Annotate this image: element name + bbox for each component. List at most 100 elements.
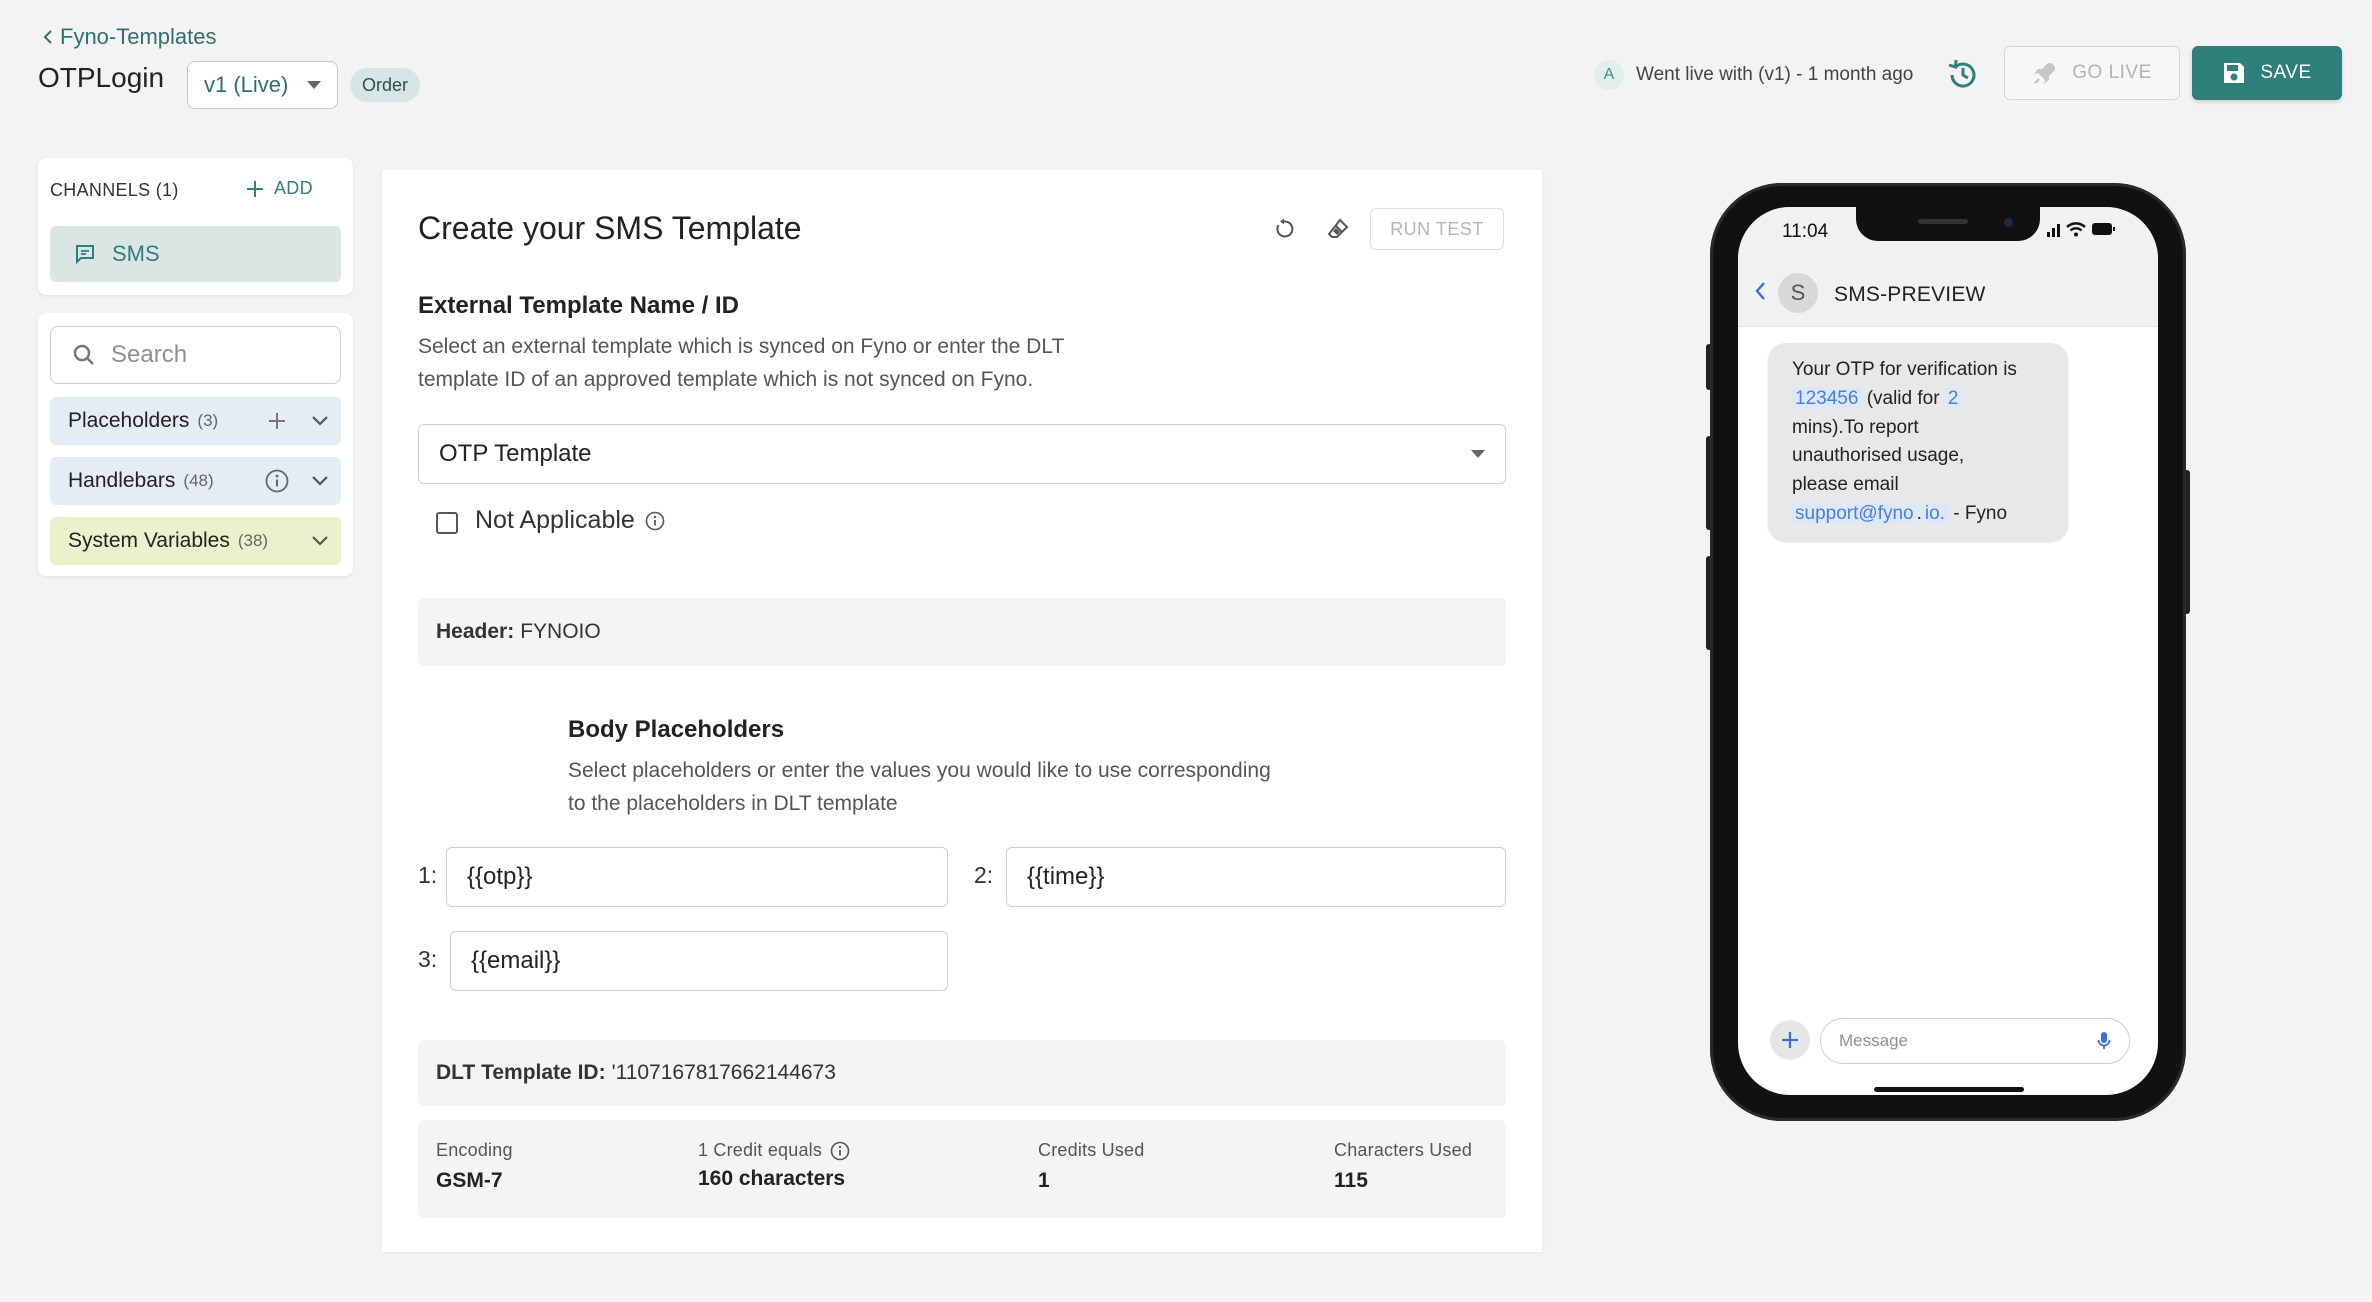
channels-card: CHANNELS (1) ADD SMS xyxy=(38,158,353,295)
body-placeholders-title: Body Placeholders xyxy=(568,716,785,743)
dlt-template-id: DLT Template ID: '1107167817662144673 xyxy=(418,1040,1506,1106)
save-label: SAVE xyxy=(2260,62,2312,83)
rocket-icon xyxy=(2034,63,2056,84)
plus-icon[interactable] xyxy=(267,411,287,431)
message-bubble: Your OTP for verification is 123456 (val… xyxy=(1768,343,2068,541)
search-input[interactable]: Search xyxy=(50,326,341,384)
placeholder-input-1[interactable]: {{otp}} xyxy=(446,847,948,907)
external-template-value: OTP Template xyxy=(439,440,592,467)
message-text: (valid for xyxy=(1866,387,1940,409)
external-template-title: External Template Name / ID xyxy=(418,292,739,319)
placeholder-input-2[interactable]: {{time}} xyxy=(1006,847,1506,907)
group-placeholders[interactable]: Placeholders (3) xyxy=(50,397,341,445)
sender-avatar: S xyxy=(1778,273,1818,313)
description-line: Select placeholders or enter the values … xyxy=(568,759,1271,782)
info-icon[interactable] xyxy=(265,469,289,493)
template-editor-panel: Create your SMS Template RUN TEST Extern… xyxy=(382,170,1542,1252)
signal-icon xyxy=(2047,224,2060,237)
not-applicable-label: Not Applicable xyxy=(475,506,635,534)
placeholder-number: 2: xyxy=(974,862,994,888)
message-input[interactable]: Message xyxy=(1820,1018,2130,1064)
chevron-left-icon xyxy=(43,30,52,44)
stat-label: Credits Used xyxy=(1038,1140,1145,1160)
stat-value: 115 xyxy=(1334,1169,1368,1192)
description-line: Select an external template which is syn… xyxy=(418,335,1065,358)
chevron-down-icon[interactable] xyxy=(311,475,329,487)
stat-encoding: Encoding GSM-7 xyxy=(436,1140,513,1193)
back-link-label: Fyno-Templates xyxy=(60,24,217,49)
chevron-down-icon[interactable] xyxy=(311,535,329,547)
status-time: 11:04 xyxy=(1782,221,1829,242)
microphone-icon[interactable] xyxy=(2097,1031,2111,1051)
category-badge: Order xyxy=(350,68,421,102)
channel-label: SMS xyxy=(112,241,160,266)
phone-notch xyxy=(1856,207,2040,241)
otp-placeholder: 123456 xyxy=(1792,387,1862,409)
home-indicator xyxy=(1874,1087,2024,1092)
header-info: Header: FYNOIO xyxy=(418,598,1506,666)
stat-value: GSM-7 xyxy=(436,1169,503,1192)
run-test-button[interactable]: RUN TEST xyxy=(1370,208,1504,250)
external-template-description: Select an external template which is syn… xyxy=(418,330,1218,396)
version-select[interactable]: v1 (Live) xyxy=(187,61,338,109)
battery-icon xyxy=(2092,223,2115,235)
go-live-button[interactable]: GO LIVE xyxy=(2004,46,2180,100)
message-icon xyxy=(76,245,94,265)
header-value: FYNOIO xyxy=(520,620,601,643)
reset-icon[interactable] xyxy=(1266,211,1302,247)
group-label: Handlebars xyxy=(68,469,176,492)
placeholder-input-3[interactable]: {{email}} xyxy=(450,931,948,991)
floppy-disk-icon xyxy=(2224,63,2245,83)
external-template-select[interactable]: OTP Template xyxy=(418,424,1506,484)
group-label: Placeholders xyxy=(68,409,190,432)
save-button[interactable]: SAVE xyxy=(2192,46,2342,100)
stat-label: Encoding xyxy=(436,1140,513,1160)
dlt-value: '1107167817662144673 xyxy=(611,1061,836,1084)
stat-label-group: 1 Credit equals xyxy=(698,1140,850,1161)
avatar: A xyxy=(1594,60,1624,90)
message-text: please email xyxy=(1792,474,1899,496)
info-icon[interactable] xyxy=(830,1141,850,1161)
back-to-templates-link[interactable]: Fyno-Templates xyxy=(42,24,217,50)
plus-icon xyxy=(247,180,263,197)
stat-characters-used: Characters Used 115 xyxy=(1334,1140,1472,1193)
variables-card: Search Placeholders (3) Handlebars (48) … xyxy=(38,313,353,576)
add-label: ADD xyxy=(274,178,313,198)
search-icon xyxy=(73,344,94,365)
stat-label: 1 Credit equals xyxy=(698,1140,823,1160)
dlt-label: DLT Template ID: xyxy=(436,1061,606,1084)
body-placeholders-description: Select placeholders or enter the values … xyxy=(568,754,1428,820)
placeholder-number: 1: xyxy=(418,862,438,888)
group-count: (3) xyxy=(197,411,219,430)
add-channel-button[interactable]: ADD xyxy=(246,178,313,199)
chevron-down-icon[interactable] xyxy=(311,415,329,427)
time-placeholder: 2 xyxy=(1944,387,1962,409)
wifi-icon xyxy=(2066,222,2086,237)
group-label: System Variables xyxy=(68,529,230,552)
channels-title: CHANNELS (1) xyxy=(50,180,179,200)
description-line: to the placeholders in DLT template xyxy=(568,792,898,815)
search-placeholder: Search xyxy=(111,341,188,368)
stat-credit-equals: 1 Credit equals 160 characters xyxy=(698,1140,850,1191)
message-placeholder: Message xyxy=(1839,1031,1908,1050)
chat-header: S SMS-PREVIEW xyxy=(1738,257,2158,327)
group-handlebars[interactable]: Handlebars (48) xyxy=(50,457,341,505)
history-icon[interactable] xyxy=(1944,56,1982,94)
not-applicable-checkbox[interactable] xyxy=(436,512,458,534)
version-value: v1 (Live) xyxy=(204,72,289,97)
message-text: Your OTP for verification is xyxy=(1792,359,2017,380)
group-system-variables[interactable]: System Variables (38) xyxy=(50,517,341,565)
info-icon[interactable] xyxy=(645,511,665,531)
attach-button[interactable] xyxy=(1770,1020,1810,1060)
stat-value: 160 characters xyxy=(698,1167,846,1190)
plus-icon xyxy=(1782,1032,1798,1048)
live-status-text: Went live with (v1) - 1 month ago xyxy=(1636,64,1914,85)
message-text: - Fyno xyxy=(1953,502,2008,524)
go-live-label: GO LIVE xyxy=(2072,62,2152,83)
eraser-icon[interactable] xyxy=(1320,211,1356,247)
chevron-left-icon[interactable] xyxy=(1754,281,1766,301)
email-placeholder: io. xyxy=(1921,502,1948,524)
sender-name: SMS-PREVIEW xyxy=(1834,283,1986,306)
channel-item-sms[interactable]: SMS xyxy=(50,226,341,282)
header-label: Header: xyxy=(436,620,515,643)
